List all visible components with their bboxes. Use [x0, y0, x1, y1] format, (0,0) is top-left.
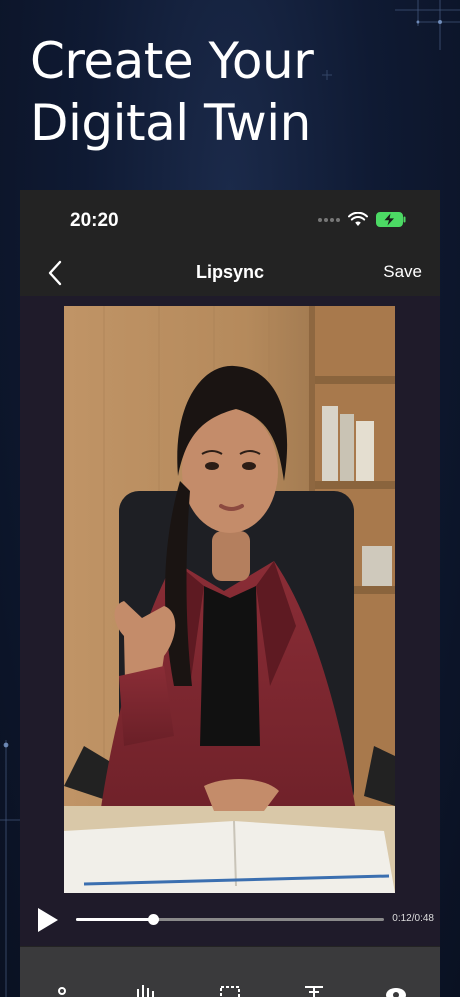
wifi-icon	[348, 212, 368, 226]
status-bar: 20:20	[20, 190, 440, 250]
playback-time: 0:12/0:48	[392, 913, 434, 924]
status-icons	[318, 212, 406, 227]
signal-icon	[318, 217, 340, 222]
playback-bar: 0:12/0:48	[20, 895, 440, 945]
headline-line-2: Digital Twin	[30, 94, 311, 152]
eye-icon[interactable]	[384, 983, 408, 997]
audio-wave-icon[interactable]	[134, 983, 158, 997]
status-time: 20:20	[70, 210, 119, 231]
phone-screen: 20:20 Lipsync Save 0:12/0:48	[20, 190, 440, 997]
battery-charging-icon	[376, 212, 406, 227]
voice-tool-icon[interactable]	[52, 983, 76, 997]
video-still-image	[64, 306, 395, 893]
editing-toolbar	[20, 947, 440, 997]
save-button[interactable]: Save	[383, 262, 422, 282]
headline-line-1: Create Your	[30, 32, 314, 90]
play-icon[interactable]	[36, 907, 60, 933]
seek-knob[interactable]	[147, 914, 159, 925]
seek-bar[interactable]	[76, 914, 384, 925]
text-align-icon[interactable]	[302, 983, 326, 997]
navigation-bar: Lipsync Save	[20, 250, 440, 296]
seek-bar-progress	[76, 918, 153, 921]
video-preview-area	[20, 296, 440, 946]
headline: Create Your Digital Twin	[30, 30, 430, 154]
crop-icon[interactable]	[218, 983, 242, 997]
video-frame[interactable]	[64, 306, 395, 893]
screen-title: Lipsync	[195, 262, 265, 282]
